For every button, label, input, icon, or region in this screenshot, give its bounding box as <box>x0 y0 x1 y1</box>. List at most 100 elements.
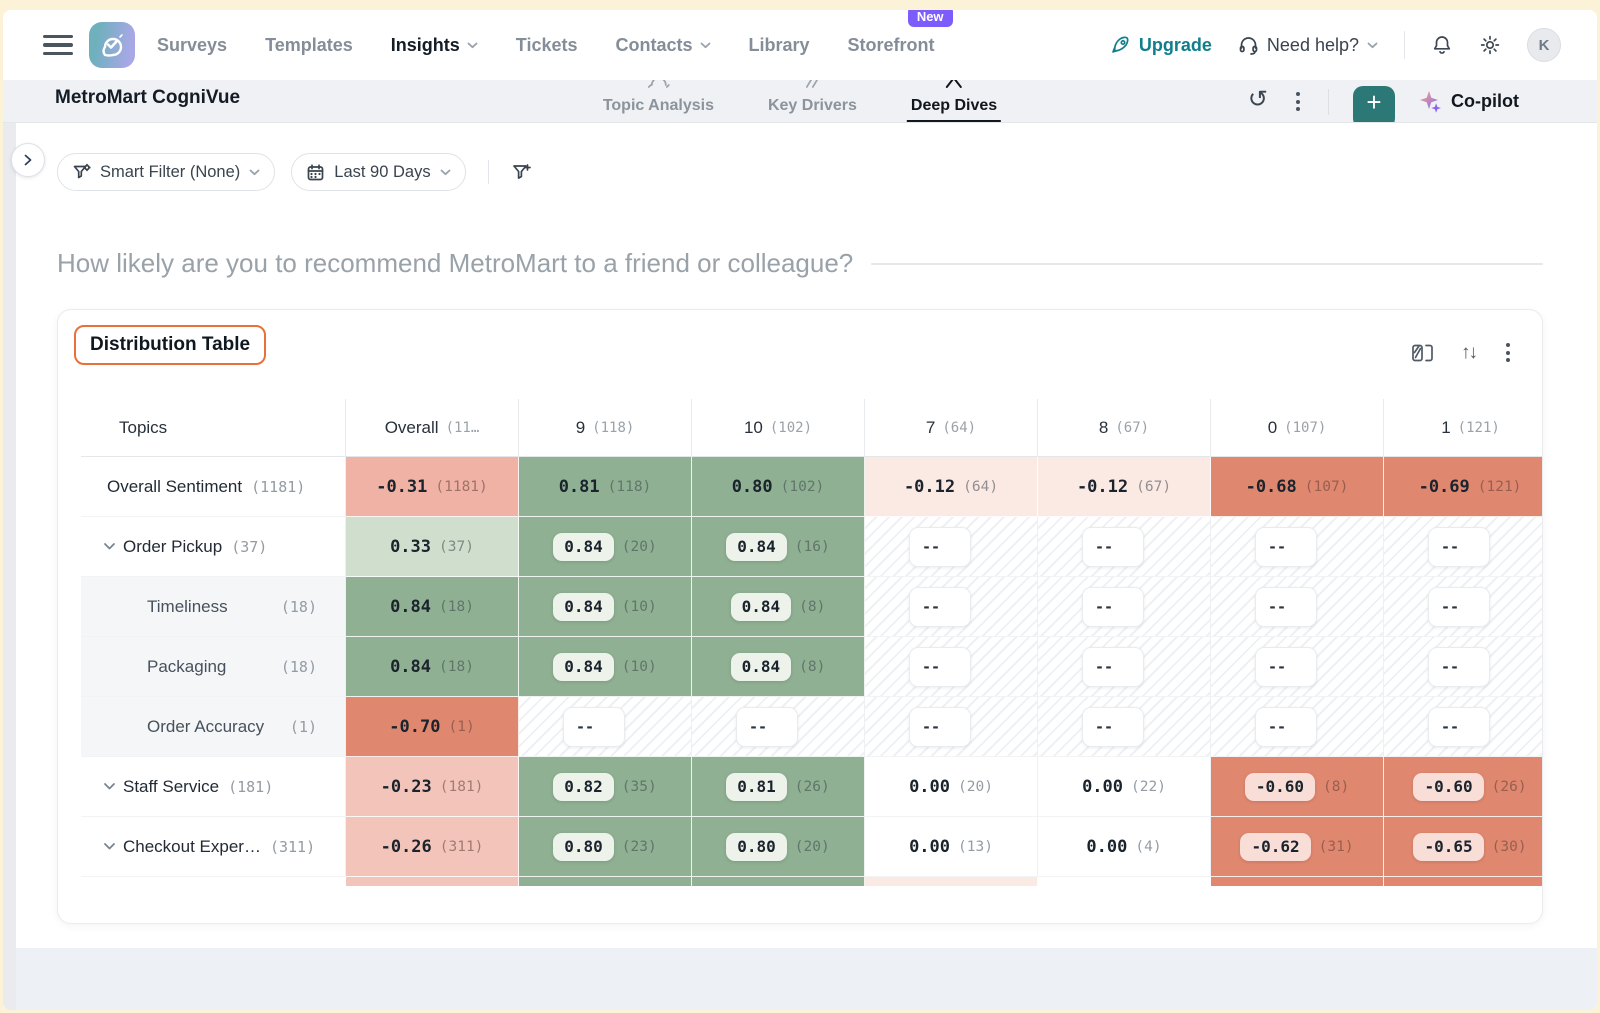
app-page: Surveys Templates Insights Tickets Conta… <box>3 10 1597 1010</box>
value-cell: -0.12(64) <box>865 457 1038 517</box>
tab-topic-analysis[interactable]: Topic Analysis <box>599 80 718 123</box>
cell-value: 0.84 <box>390 657 431 677</box>
date-range-dropdown[interactable]: Last 90 Days <box>291 153 465 191</box>
refresh-icon[interactable]: ↺ <box>1248 88 1268 112</box>
bell-icon <box>1431 34 1453 56</box>
nav-item-templates[interactable]: Templates <box>265 35 353 56</box>
cell-count: (311) <box>440 839 484 855</box>
no-data-pill: -- <box>1082 587 1144 627</box>
value-cell: 0.33(37) <box>346 517 519 577</box>
column-header-7[interactable]: 7(64) <box>865 399 1038 457</box>
more-options-icon[interactable] <box>1292 88 1304 115</box>
value-cell: -0.62(31) <box>1211 817 1384 877</box>
value-pill: 0.84 <box>731 593 792 621</box>
cell-count: (8) <box>799 659 825 675</box>
nav-item-contacts[interactable]: Contacts <box>616 35 711 56</box>
compare-columns-icon[interactable] <box>1411 343 1435 363</box>
column-header-topics[interactable]: Topics <box>81 399 346 457</box>
column-header-1[interactable]: 1(121) <box>1384 399 1543 457</box>
column-header-10[interactable]: 10(102) <box>692 399 865 457</box>
topic-cell[interactable]: Staff Service(181) <box>81 757 346 817</box>
value-cell-empty: -- <box>1038 577 1211 637</box>
nav-item-library[interactable]: Library <box>749 35 810 56</box>
hamburger-menu-icon[interactable] <box>43 35 73 55</box>
window-frame: Surveys Templates Insights Tickets Conta… <box>0 0 1600 1013</box>
sort-icon[interactable]: ↑↓ <box>1461 342 1476 364</box>
notifications-button[interactable] <box>1431 34 1453 56</box>
card-more-options-icon[interactable] <box>1502 339 1514 366</box>
app-logo[interactable] <box>89 22 135 68</box>
divider <box>1404 31 1405 59</box>
chevron-down-icon <box>249 169 260 176</box>
nav-items: Surveys Templates Insights Tickets Conta… <box>157 35 935 56</box>
highlight-annotation-box: Distribution Table <box>74 325 266 365</box>
nav-label: Tickets <box>516 35 578 56</box>
nav-label: Surveys <box>157 35 227 56</box>
topic-count: (18) <box>281 598 317 616</box>
value-cell: 0.84(20) <box>519 517 692 577</box>
card-title: Distribution Table <box>90 334 250 355</box>
partial-cell <box>1384 877 1543 886</box>
cell-count: (8) <box>799 599 825 615</box>
expand-chevron-icon[interactable] <box>103 542 116 551</box>
topic-label: Packaging <box>147 657 226 677</box>
no-data-pill: -- <box>1255 647 1317 687</box>
card-header: Distribution Table ↑↓ <box>58 310 1542 366</box>
cell-value: 0.00 <box>909 777 950 797</box>
column-header-overall[interactable]: Overall(11… <box>346 399 519 457</box>
topic-cell[interactable]: Order Pickup(37) <box>81 517 346 577</box>
value-cell-empty: -- <box>1384 637 1543 697</box>
question-title: How likely are you to recommend MetroMar… <box>57 248 853 279</box>
nav-label: Library <box>749 35 810 56</box>
no-data-pill: -- <box>1428 587 1490 627</box>
nav-label: Storefront <box>848 35 935 56</box>
topic-cell: Overall Sentiment(1181) <box>81 457 346 517</box>
nav-item-tickets[interactable]: Tickets <box>516 35 578 56</box>
cell-count: (118) <box>608 479 652 495</box>
no-data-pill: -- <box>1255 527 1317 567</box>
value-pill: 0.84 <box>731 653 792 681</box>
cell-value: 0.80 <box>732 477 773 497</box>
cell-value: -0.62 <box>1251 837 1299 856</box>
nav-item-surveys[interactable]: Surveys <box>157 35 227 56</box>
nav-item-insights[interactable]: Insights <box>391 35 478 56</box>
expand-chevron-icon[interactable] <box>103 842 116 851</box>
value-cell: -0.12(67) <box>1038 457 1211 517</box>
column-header-0[interactable]: 0(107) <box>1211 399 1384 457</box>
table-row: Staff Service(181)-0.23(181)0.82(35)0.81… <box>81 757 1543 817</box>
cell-count: (67) <box>1136 479 1171 495</box>
cell-count: (1181) <box>435 479 487 495</box>
upgrade-button[interactable]: Upgrade <box>1111 35 1212 56</box>
cell-value: 0.84 <box>564 537 603 556</box>
column-header-9[interactable]: 9(118) <box>519 399 692 457</box>
nav-label: Templates <box>265 35 353 56</box>
distribution-table: TopicsOverall(11…9(118)10(102)7(64)8(67)… <box>81 399 1543 886</box>
headset-icon <box>1238 35 1259 56</box>
need-help-menu[interactable]: Need help? <box>1238 35 1378 56</box>
tab-key-drivers[interactable]: Key Drivers <box>764 80 861 123</box>
add-filter-button[interactable] <box>511 162 532 183</box>
value-pill: 0.82 <box>553 773 614 801</box>
cell-count: (18) <box>439 599 474 615</box>
cell-value: 0.84 <box>742 657 781 676</box>
value-cell: 0.84(16) <box>692 517 865 577</box>
expand-chevron-icon[interactable] <box>103 782 116 791</box>
smart-filter-dropdown[interactable]: Smart Filter (None) <box>57 153 275 191</box>
tab-deep-dives[interactable]: Deep Dives <box>907 80 1001 123</box>
avatar[interactable]: K <box>1527 28 1561 62</box>
add-widget-button[interactable]: + <box>1353 86 1395 124</box>
nav-item-storefront[interactable]: Storefront New <box>848 35 935 56</box>
cell-value: 0.84 <box>737 537 776 556</box>
copilot-button[interactable]: Co-pilot <box>1419 90 1519 114</box>
expand-panel-button[interactable] <box>11 143 45 177</box>
card-actions: ↑↓ <box>1411 339 1514 366</box>
value-cell-empty: -- <box>1384 697 1543 757</box>
cell-count: (107) <box>1305 479 1349 495</box>
column-count: (118) <box>592 420 634 436</box>
cell-value: 0.81 <box>559 477 600 497</box>
topic-cell[interactable]: Checkout Exper…(311) <box>81 817 346 877</box>
topic-label: Order Pickup <box>123 537 222 557</box>
column-header-8[interactable]: 8(67) <box>1038 399 1211 457</box>
chevron-down-icon <box>1367 42 1378 49</box>
settings-button[interactable] <box>1479 34 1501 56</box>
